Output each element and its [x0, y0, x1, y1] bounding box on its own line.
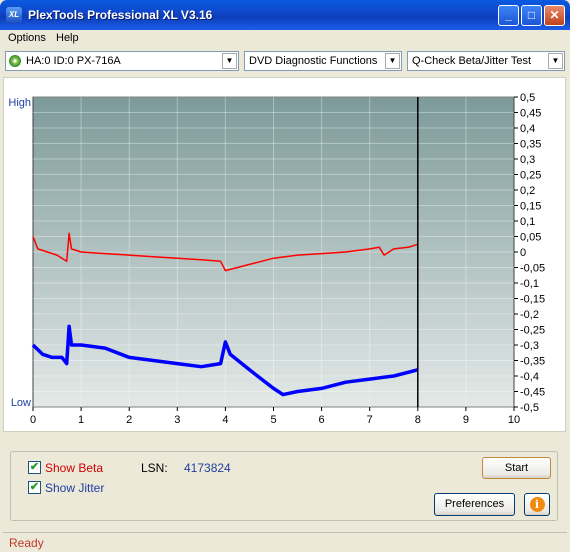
chevron-down-icon[interactable]: ▼ — [222, 53, 237, 69]
y-tick-label: -0,35 — [520, 356, 545, 368]
y-tick-label: 0,45 — [520, 108, 541, 120]
y-tick-label: -0,3 — [520, 340, 539, 352]
menu-options[interactable]: Options — [8, 32, 46, 44]
function-select[interactable]: DVD Diagnostic Functions ▼ — [244, 51, 402, 71]
y-tick-label: 0,3 — [520, 154, 535, 166]
y-tick-label: -0,5 — [520, 402, 539, 414]
lsn-value: 4173824 — [184, 461, 231, 475]
drive-select-value: HA:0 ID:0 PX-716A — [26, 55, 121, 67]
show-beta-label[interactable]: Show Beta — [45, 461, 103, 475]
chevron-down-icon[interactable]: ▼ — [548, 53, 563, 69]
show-jitter-label[interactable]: Show Jitter — [45, 481, 104, 495]
y-tick-label: -0,2 — [520, 309, 539, 321]
minimize-button[interactable]: _ — [498, 5, 519, 26]
drive-icon — [9, 55, 21, 67]
info-button[interactable]: i — [524, 493, 550, 516]
lsn-label: LSN: — [141, 461, 168, 475]
menu-help[interactable]: Help — [56, 32, 79, 44]
y-tick-label: -0,15 — [520, 294, 545, 306]
info-icon: i — [529, 497, 545, 512]
chart-panel: 0 1 2 3 4 5 6 7 8 9 10 0,5 0,45 0,4 0,35 0,3 0,25 0,2 0,15… — [3, 77, 566, 432]
axis-high-label: High — [8, 97, 31, 109]
y-tick-label: 0,1 — [520, 216, 535, 228]
x-tick-label: 7 — [367, 414, 373, 426]
y-tick-label: 0,5 — [520, 92, 535, 104]
y-tick-label: -0,4 — [520, 371, 539, 383]
y-tick-label: 0,4 — [520, 123, 535, 135]
title-bar[interactable]: XL PlexTools Professional XL V3.16 _ □ ✕ — [0, 0, 570, 30]
y-tick-label: 0 — [520, 247, 526, 259]
start-button[interactable]: Start — [482, 457, 551, 479]
window-title: PlexTools Professional XL V3.16 — [28, 8, 213, 22]
x-tick-label: 0 — [30, 414, 36, 426]
y-tick-label: 0,2 — [520, 185, 535, 197]
y-tick-label: 0,15 — [520, 201, 541, 213]
x-tick-label: 8 — [415, 414, 421, 426]
show-jitter-checkbox[interactable]: ✔ — [28, 481, 41, 494]
x-tick-label: 10 — [508, 414, 520, 426]
y-tick-label: 0,35 — [520, 139, 541, 151]
y-tick-label: -0,45 — [520, 387, 545, 399]
x-tick-label: 4 — [222, 414, 228, 426]
beta-jitter-chart: 0 1 2 3 4 5 6 7 8 9 10 0,5 0,45 0,4 0,35 0,3 0,25 0,2 0,15… — [8, 92, 545, 426]
function-select-value: DVD Diagnostic Functions — [249, 55, 378, 67]
maximize-button[interactable]: □ — [521, 5, 542, 26]
y-tick-label: -0,05 — [520, 263, 545, 275]
x-tick-label: 1 — [78, 414, 84, 426]
y-tick-label: -0,25 — [520, 325, 545, 337]
x-tick-label: 9 — [463, 414, 469, 426]
x-tick-label: 6 — [319, 414, 325, 426]
x-tick-label: 2 — [126, 414, 132, 426]
chevron-down-icon[interactable]: ▼ — [385, 53, 400, 69]
x-tick-label: 3 — [174, 414, 180, 426]
y-tick-label: 0,05 — [520, 232, 541, 244]
app-icon: XL — [6, 7, 22, 23]
x-tick-label: 5 — [270, 414, 276, 426]
menu-bar: Options Help — [3, 30, 567, 48]
show-beta-checkbox[interactable]: ✔ — [28, 461, 41, 474]
preferences-button[interactable]: Preferences — [434, 493, 515, 516]
test-select[interactable]: Q-Check Beta/Jitter Test ▼ — [407, 51, 565, 71]
status-text: Ready — [9, 536, 44, 550]
status-bar: Ready — [3, 532, 567, 551]
y-tick-label: -0,1 — [520, 278, 539, 290]
test-select-value: Q-Check Beta/Jitter Test — [412, 55, 532, 67]
close-button[interactable]: ✕ — [544, 5, 565, 26]
y-tick-label: 0,25 — [520, 170, 541, 182]
axis-low-label: Low — [11, 397, 31, 409]
drive-select[interactable]: HA:0 ID:0 PX-716A ▼ — [5, 51, 239, 71]
